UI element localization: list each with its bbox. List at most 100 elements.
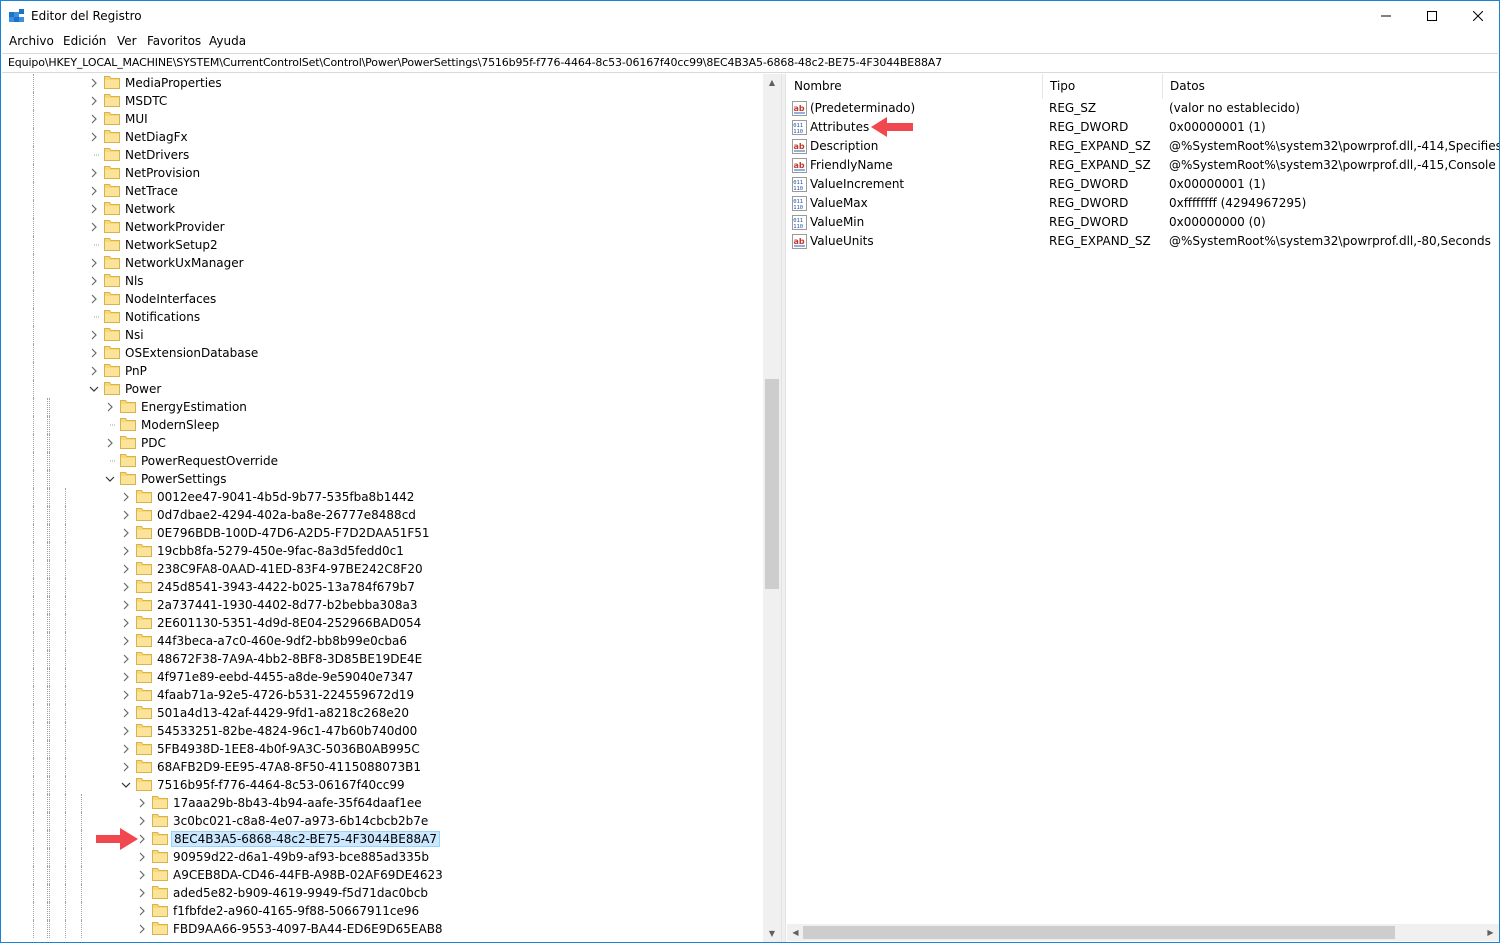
scroll-right-arrow-icon[interactable]: ▶ bbox=[1482, 924, 1499, 941]
tree-item[interactable]: EnergyEstimation bbox=[2, 398, 762, 416]
chevron-right-icon[interactable] bbox=[120, 616, 132, 630]
column-header-data[interactable]: Datos bbox=[1163, 74, 1499, 99]
chevron-right-icon[interactable] bbox=[88, 184, 100, 198]
column-header-name[interactable]: Nombre bbox=[787, 74, 1043, 99]
tree-item[interactable]: FBD9AA66-9553-4097-BA44-ED6E9D65EAB8 bbox=[2, 920, 762, 938]
menu-favoritos[interactable]: Favoritos bbox=[147, 34, 201, 48]
chevron-right-icon[interactable] bbox=[120, 706, 132, 720]
chevron-right-icon[interactable] bbox=[120, 760, 132, 774]
chevron-right-icon[interactable] bbox=[88, 76, 100, 90]
tree-item[interactable]: NetworkUxManager bbox=[2, 254, 762, 272]
value-name[interactable]: Description bbox=[810, 139, 878, 153]
tree-item-label[interactable]: 48672F38-7A9A-4bb2-8BF8-3D85BE19DE4E bbox=[155, 652, 424, 666]
value-row[interactable]: ab FriendlyName REG_EXPAND_SZ @%SystemRoot%… bbox=[787, 156, 1499, 175]
values-list-pane[interactable]: Nombre Tipo Datos ab (Predeterminado) REG_… bbox=[787, 74, 1499, 942]
tree-item-label[interactable]: 90959d22-d6a1-49b9-af93-bce885ad335b bbox=[171, 850, 431, 864]
scroll-thumb[interactable] bbox=[765, 379, 779, 589]
value-name[interactable]: (Predeterminado) bbox=[810, 101, 915, 115]
tree-item[interactable]: Nls bbox=[2, 272, 762, 290]
tree-item[interactable]: 44f3beca-a7c0-460e-9df2-bb8b99e0cba6 bbox=[2, 632, 762, 650]
tree-item-label[interactable]: EnergyEstimation bbox=[139, 400, 249, 414]
chevron-right-icon[interactable] bbox=[120, 562, 132, 576]
tree-item[interactable]: NetworkSetup2 bbox=[2, 236, 762, 254]
tree-item-label[interactable]: 54533251-82be-4824-96c1-47b60b740d00 bbox=[155, 724, 419, 738]
tree-item-label[interactable]: NetDiagFx bbox=[123, 130, 190, 144]
tree-item-label[interactable]: 7516b95f-f776-4464-8c53-06167f40cc99 bbox=[155, 778, 407, 792]
value-name[interactable]: ValueMax bbox=[810, 196, 868, 210]
tree-item[interactable]: NetProvision bbox=[2, 164, 762, 182]
chevron-right-icon[interactable] bbox=[120, 742, 132, 756]
tree-item[interactable]: PDC bbox=[2, 434, 762, 452]
value-name[interactable]: FriendlyName bbox=[810, 158, 893, 172]
tree-item-label[interactable]: FBD9AA66-9553-4097-BA44-ED6E9D65EAB8 bbox=[171, 922, 445, 936]
tree-item[interactable]: MediaProperties bbox=[2, 74, 762, 92]
chevron-right-icon[interactable] bbox=[136, 886, 148, 900]
tree-item-label[interactable]: NetworkSetup2 bbox=[123, 238, 220, 252]
chevron-right-icon[interactable] bbox=[120, 652, 132, 666]
tree-item[interactable]: 90959d22-d6a1-49b9-af93-bce885ad335b bbox=[2, 848, 762, 866]
value-name[interactable]: ValueMin bbox=[810, 215, 864, 229]
address-bar[interactable]: Equipo\HKEY_LOCAL_MACHINE\SYSTEM\Current… bbox=[2, 53, 1498, 73]
chevron-down-icon[interactable] bbox=[88, 382, 100, 396]
tree-item-label[interactable]: 3c0bc021-c8a8-4e07-a973-6b14cbcb2b7e bbox=[171, 814, 430, 828]
tree-item-label[interactable]: 5FB4938D-1EE8-4b0f-9A3C-5036B0AB995C bbox=[155, 742, 422, 756]
tree-item[interactable]: 54533251-82be-4824-96c1-47b60b740d00 bbox=[2, 722, 762, 740]
chevron-right-icon[interactable] bbox=[120, 724, 132, 738]
tree-item[interactable]: 0012ee47-9041-4b5d-9b77-535fba8b1442 bbox=[2, 488, 762, 506]
chevron-right-icon[interactable] bbox=[120, 634, 132, 648]
tree-item[interactable]: 0E796BDB-100D-47D6-A2D5-F7D2DAA51F51 bbox=[2, 524, 762, 542]
chevron-right-icon[interactable] bbox=[88, 202, 100, 216]
tree-item[interactable]: 17aaa29b-8b43-4b94-aafe-35f64daaf1ee bbox=[2, 794, 762, 812]
value-row[interactable]: 011 110 ValueIncrement REG_DWORD 0x00000001 … bbox=[787, 175, 1499, 194]
chevron-right-icon[interactable] bbox=[120, 598, 132, 612]
scroll-down-arrow-icon[interactable]: ▼ bbox=[763, 925, 781, 942]
tree-item-label[interactable]: ModernSleep bbox=[139, 418, 221, 432]
tree-item-label[interactable]: NetDrivers bbox=[123, 148, 191, 162]
tree-item[interactable]: 238C9FA8-0AAD-41ED-83F4-97BE242C8F20 bbox=[2, 560, 762, 578]
chevron-right-icon[interactable] bbox=[136, 904, 148, 918]
tree-item[interactable]: 2E601130-5351-4d9d-8E04-252966BAD054 bbox=[2, 614, 762, 632]
chevron-down-icon[interactable] bbox=[120, 778, 132, 792]
tree-item[interactable]: OSExtensionDatabase bbox=[2, 344, 762, 362]
tree-item-label[interactable]: NetProvision bbox=[123, 166, 202, 180]
tree-item-label[interactable]: PDC bbox=[139, 436, 168, 450]
tree-item-label[interactable]: A9CEB8DA-CD46-44FB-A98B-02AF69DE4623 bbox=[171, 868, 445, 882]
chevron-right-icon[interactable] bbox=[104, 436, 116, 450]
chevron-right-icon[interactable] bbox=[120, 508, 132, 522]
tree-item-label[interactable]: 0012ee47-9041-4b5d-9b77-535fba8b1442 bbox=[155, 490, 416, 504]
tree-item-label[interactable]: MSDTC bbox=[123, 94, 169, 108]
tree-item-label[interactable]: PowerSettings bbox=[139, 472, 229, 486]
tree-item-label[interactable]: 0E796BDB-100D-47D6-A2D5-F7D2DAA51F51 bbox=[155, 526, 432, 540]
value-row[interactable]: ab ValueUnits REG_EXPAND_SZ @%SystemRoot%\s… bbox=[787, 232, 1499, 251]
tree-item-label[interactable]: 44f3beca-a7c0-460e-9df2-bb8b99e0cba6 bbox=[155, 634, 409, 648]
tree-item[interactable]: Nsi bbox=[2, 326, 762, 344]
close-button[interactable] bbox=[1455, 1, 1500, 31]
tree-item[interactable]: NetTrace bbox=[2, 182, 762, 200]
tree-item-label[interactable]: Nsi bbox=[123, 328, 146, 342]
value-name[interactable]: ValueIncrement bbox=[810, 177, 904, 191]
tree-item-label[interactable]: Network bbox=[123, 202, 177, 216]
tree-item-label[interactable]: PowerRequestOverride bbox=[139, 454, 280, 468]
tree-item[interactable]: NetDrivers bbox=[2, 146, 762, 164]
tree-item-label[interactable]: aded5e82-b909-4619-9949-f5d71dac0bcb bbox=[171, 886, 430, 900]
address-path[interactable]: Equipo\HKEY_LOCAL_MACHINE\SYSTEM\Current… bbox=[8, 56, 942, 69]
tree-item[interactable]: 7516b95f-f776-4464-8c53-06167f40cc99 bbox=[2, 776, 762, 794]
tree-item[interactable]: 5FB4938D-1EE8-4b0f-9A3C-5036B0AB995C bbox=[2, 740, 762, 758]
tree-item-label[interactable]: NetworkProvider bbox=[123, 220, 227, 234]
menu-ayuda[interactable]: Ayuda bbox=[209, 34, 246, 48]
tree-item-label[interactable]: OSExtensionDatabase bbox=[123, 346, 260, 360]
tree-item[interactable]: Notifications bbox=[2, 308, 762, 326]
chevron-right-icon[interactable] bbox=[88, 166, 100, 180]
tree-item[interactable]: MSDTC bbox=[2, 92, 762, 110]
value-row[interactable]: ab Description REG_EXPAND_SZ @%SystemRoot%\… bbox=[787, 137, 1499, 156]
tree-item[interactable]: Power bbox=[2, 380, 762, 398]
chevron-right-icon[interactable] bbox=[120, 580, 132, 594]
tree-item-label[interactable]: 4faab71a-92e5-4726-b531-224559672d19 bbox=[155, 688, 416, 702]
value-row[interactable]: 011 110 ValueMax REG_DWORD 0xffffffff (42949… bbox=[787, 194, 1499, 213]
value-name[interactable]: Attributes bbox=[810, 120, 869, 134]
tree-item-label-selected[interactable]: 8EC4B3A5-6868-48c2-BE75-4F3044BE88A7 bbox=[171, 831, 440, 847]
tree-item[interactable]: PnP bbox=[2, 362, 762, 380]
chevron-right-icon[interactable] bbox=[88, 256, 100, 270]
values-horizontal-scrollbar[interactable]: ◀ ▶ bbox=[787, 924, 1499, 941]
tree-item[interactable]: NetDiagFx bbox=[2, 128, 762, 146]
